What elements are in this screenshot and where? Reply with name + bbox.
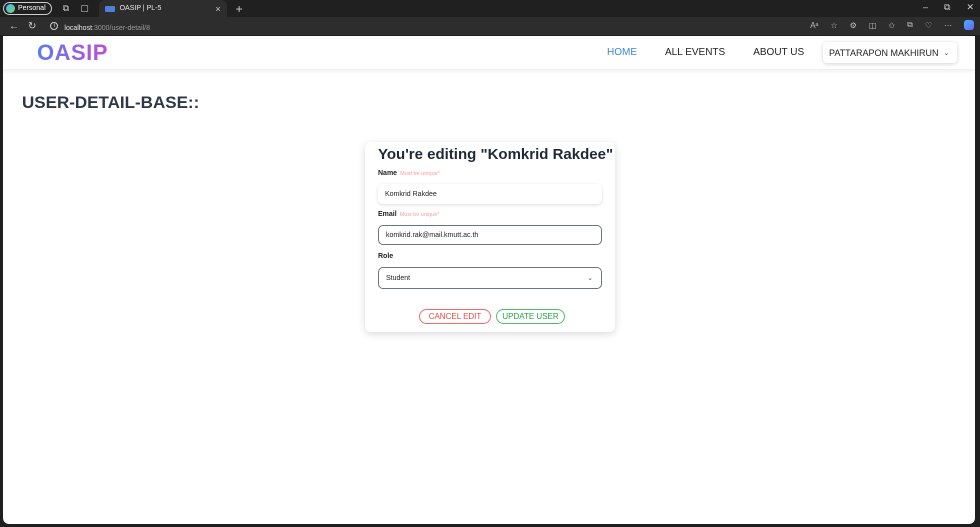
minimize-icon[interactable]: – <box>923 2 928 13</box>
role-value: Student <box>386 274 411 282</box>
favorites-icon[interactable]: ✩ <box>888 21 895 30</box>
browser-tab[interactable]: OASIP | PL-5 × <box>98 0 227 17</box>
site-navbar: OASIP HOME ALL EVENTS ABOUT US PATTARAPO… <box>3 36 975 69</box>
back-icon[interactable]: ← <box>9 21 19 32</box>
tab-title: OASIP | PL-5 <box>119 5 162 12</box>
cancel-edit-button[interactable]: CANCEL EDIT <box>419 309 491 324</box>
extensions-icon[interactable]: ⚙ <box>850 21 857 30</box>
page-viewport: OASIP HOME ALL EVENTS ABOUT US PATTARAPO… <box>3 36 975 524</box>
name-field[interactable]: Komkrid Rakdee <box>378 184 602 204</box>
site-logo[interactable]: OASIP <box>37 40 108 66</box>
nav-home[interactable]: HOME <box>607 47 637 58</box>
page-title: USER-DETAIL-BASE:: <box>22 93 200 112</box>
window-controls: – ⧉ ✕ <box>923 2 974 13</box>
split-screen-icon[interactable]: ◫ <box>869 21 877 30</box>
url-path: :3000/user-detail/8 <box>92 25 151 32</box>
profile-label: Personal <box>18 5 46 12</box>
user-menu-dropdown[interactable]: PATTARAPON MAKHIRUN ⌄ <box>823 42 957 63</box>
name-label-text: Name <box>378 170 398 177</box>
nav-all-events[interactable]: ALL EVENTS <box>665 47 725 58</box>
profile-avatar <box>6 4 15 13</box>
refresh-icon[interactable]: ↻ <box>28 21 36 32</box>
read-aloud-icon[interactable]: Aᵃ <box>810 21 818 30</box>
email-label-text: Email <box>378 211 397 218</box>
address-bar: ← ↻ i localhost:3000/user-detail/8 Aᵃ ☆ … <box>0 17 980 35</box>
browser-essentials-icon[interactable]: ♡ <box>925 21 932 30</box>
tab-actions-icon[interactable]: ▢ <box>80 4 89 13</box>
copilot-icon[interactable] <box>964 20 974 30</box>
role-label-text: Role <box>378 253 394 260</box>
user-name: PATTARAPON MAKHIRUN <box>829 47 939 58</box>
edit-user-form: You're editing "Komkrid Rakdee" Name Must… <box>365 142 615 332</box>
restore-icon[interactable]: ⧉ <box>944 2 950 13</box>
favicon-icon <box>104 5 115 12</box>
collections-icon[interactable]: ⧉ <box>907 20 913 30</box>
name-hint: Must be unique* <box>400 171 440 177</box>
email-hint: Must be unique* <box>399 212 440 218</box>
new-tab-button[interactable]: + <box>236 2 243 16</box>
chevron-down-icon: ⌄ <box>943 49 950 57</box>
workspaces-icon[interactable]: ⧉ <box>63 4 69 13</box>
email-value: komkrid.rak@mail.kmutt.ac.th <box>386 231 479 239</box>
favorite-star-icon[interactable]: ☆ <box>831 21 838 30</box>
url-field[interactable]: i localhost:3000/user-detail/8 <box>50 17 150 35</box>
url-host: localhost <box>64 25 93 32</box>
site-info-icon[interactable]: i <box>50 22 59 30</box>
nav-menu: HOME ALL EVENTS ABOUT US <box>607 47 832 58</box>
browser-toolbar-icons: Aᵃ ☆ ⚙ ◫ ✩ ⧉ ♡ ⋯ <box>810 20 974 30</box>
chevron-down-icon: ⌄ <box>587 275 593 282</box>
nav-about-us[interactable]: ABOUT US <box>753 47 804 58</box>
tab-close-icon[interactable]: × <box>215 4 220 14</box>
role-label: Role <box>378 253 393 260</box>
browser-tab-bar: Personal ⧉ ▢ OASIP | PL-5 × + – ⧉ ✕ <box>0 0 980 17</box>
more-menu-icon[interactable]: ⋯ <box>944 21 952 30</box>
profile-button[interactable]: Personal <box>3 2 52 15</box>
name-label: Name Must be unique* <box>378 170 440 177</box>
email-label: Email Must be unique* <box>378 211 439 218</box>
email-field[interactable]: komkrid.rak@mail.kmutt.ac.th <box>378 225 602 245</box>
name-value: Komkrid Rakdee <box>385 190 437 198</box>
form-title: You're editing "Komkrid Rakdee" <box>378 146 614 163</box>
close-window-icon[interactable]: ✕ <box>966 2 974 13</box>
update-user-button[interactable]: UPDATE USER <box>496 309 565 324</box>
role-select[interactable]: Student ⌄ <box>378 267 602 289</box>
